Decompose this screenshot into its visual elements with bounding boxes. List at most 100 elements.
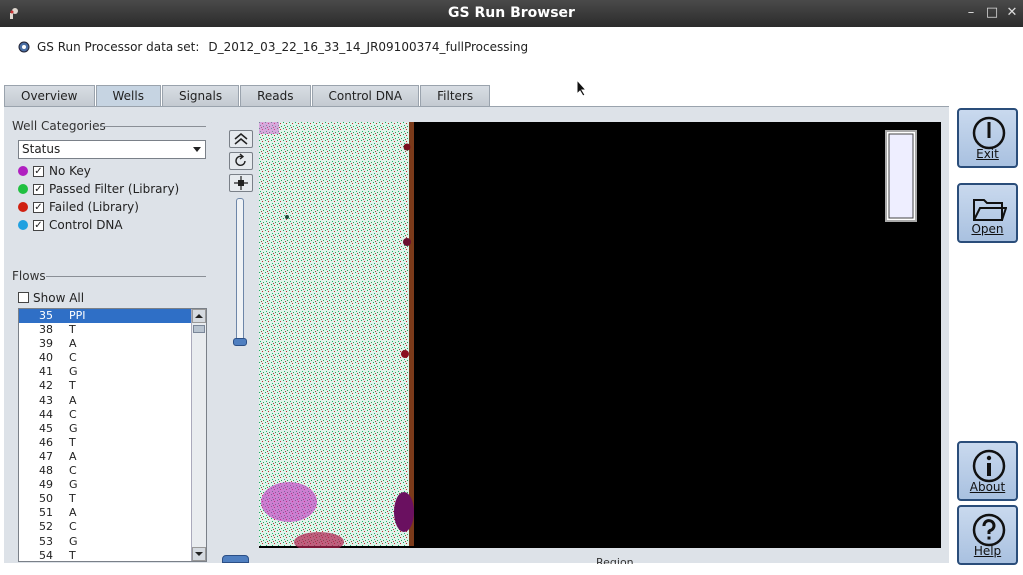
flow-number: 49	[39, 478, 53, 492]
double-chevron-up-icon	[234, 133, 248, 145]
flow-number: 40	[39, 351, 53, 365]
flow-number: 46	[39, 435, 53, 449]
flow-row[interactable]: 40 C	[19, 351, 191, 365]
close-button[interactable]: ✕	[1003, 4, 1021, 22]
scroll-up-button[interactable]	[192, 309, 206, 323]
flow-number: 35	[39, 309, 53, 322]
exit-button[interactable]: Exit	[957, 108, 1018, 168]
zoom-slider-thumb[interactable]	[233, 338, 247, 346]
tab-overview[interactable]: Overview	[4, 85, 95, 107]
flow-row[interactable]: 39 A	[19, 337, 191, 351]
category-passed-filter: ✓ Passed Filter (Library)	[18, 181, 179, 197]
window-title: GS Run Browser	[448, 5, 575, 21]
minimize-button[interactable]: –	[962, 4, 980, 22]
category-select-value: Status	[22, 142, 61, 156]
category-control-dna: ✓ Control DNA	[18, 217, 123, 233]
tab-wells[interactable]: Wells	[95, 85, 161, 107]
failed-checkbox[interactable]: ✓	[33, 201, 44, 213]
tab-reads[interactable]: Reads	[240, 85, 311, 107]
flow-base: C	[69, 520, 77, 534]
flow-row[interactable]: 41 G	[19, 365, 191, 379]
flow-number: 41	[39, 365, 53, 379]
tab-filters[interactable]: Filters	[420, 85, 491, 107]
flow-base: C	[69, 351, 77, 365]
reset-view-button[interactable]	[229, 152, 253, 170]
dataset-value: D_2012_03_22_16_33_14_JR09100374_fullPro…	[208, 40, 529, 54]
well-categories-heading: Well Categories	[12, 119, 106, 133]
flow-number: 54	[39, 548, 53, 562]
about-label: About	[969, 480, 1006, 494]
color-dot-icon	[18, 202, 28, 212]
chevron-down-icon	[193, 147, 201, 152]
divider	[100, 126, 206, 127]
help-button[interactable]: Help	[957, 505, 1018, 565]
color-dot-icon	[18, 184, 28, 194]
flow-row[interactable]: 44 C	[19, 408, 191, 422]
flow-base: T	[69, 323, 76, 337]
category-no-key: ✓ No Key	[18, 163, 91, 179]
flow-base: C	[69, 464, 77, 478]
flow-row[interactable]: 54 T	[19, 548, 191, 562]
flow-row[interactable]: 43 A	[19, 394, 191, 408]
scroll-down-button[interactable]	[192, 547, 206, 561]
flow-row[interactable]: 46 T	[19, 436, 191, 450]
flow-row[interactable]: 42 T	[19, 379, 191, 393]
chevron-up-icon	[195, 314, 203, 318]
about-button[interactable]: About	[957, 441, 1018, 501]
tab-signals[interactable]: Signals	[161, 85, 240, 107]
flows-list[interactable]: 35 PPI 38 T 39 A 40 C 41 G 42 T 43 A 44 C 45 G 46 T 47 A 48 C 49…	[18, 308, 207, 562]
flow-row[interactable]: 49 G	[19, 478, 191, 492]
tab-bar: Overview Wells Signals Reads Control DNA…	[4, 85, 491, 107]
open-button[interactable]: Open	[957, 183, 1018, 243]
chevron-down-icon	[195, 552, 203, 556]
folder-open-icon	[973, 199, 1007, 221]
flow-row[interactable]: 50 T	[19, 492, 191, 506]
flow-base: G	[69, 421, 78, 435]
flow-number: 38	[39, 323, 53, 337]
category-select[interactable]: Status	[18, 140, 206, 159]
flow-row[interactable]: 47 A	[19, 450, 191, 464]
open-label: Open	[971, 222, 1004, 236]
category-label: Failed (Library)	[49, 200, 139, 214]
flow-row[interactable]: 45 G	[19, 422, 191, 436]
flow-base: C	[69, 407, 77, 421]
flow-base: T	[69, 548, 76, 562]
flow-row[interactable]: 53 G	[19, 535, 191, 549]
flow-row[interactable]: 51 A	[19, 506, 191, 520]
refresh-icon	[235, 153, 246, 167]
flow-number: 44	[39, 407, 53, 421]
flow-row[interactable]: 38 T	[19, 323, 191, 337]
zoom-slider-track[interactable]	[236, 198, 244, 346]
flow-number: 51	[39, 506, 53, 520]
region-label: Region	[596, 556, 634, 564]
pan-tool-button[interactable]	[229, 174, 253, 192]
tab-control-dna[interactable]: Control DNA	[311, 85, 420, 107]
help-icon	[972, 513, 1006, 547]
flow-number: 53	[39, 534, 53, 548]
flow-base: A	[69, 393, 77, 407]
wells-image-canvas	[259, 122, 917, 548]
maximize-button[interactable]: □	[983, 4, 1001, 22]
flow-row[interactable]: 35 PPI	[19, 309, 191, 324]
category-failed: ✓ Failed (Library)	[18, 199, 139, 215]
scrollbar[interactable]	[191, 309, 206, 561]
zoom-out-button[interactable]	[229, 130, 253, 148]
flow-base: G	[69, 534, 78, 548]
show-all-checkbox[interactable]	[18, 292, 29, 303]
flow-row[interactable]: 48 C	[19, 464, 191, 478]
flow-number: 45	[39, 421, 53, 435]
dataset-line: GS Run Processor data set: D_2012_03_22_…	[17, 38, 528, 56]
flow-row[interactable]: 52 C	[19, 520, 191, 534]
passed-filter-checkbox[interactable]: ✓	[33, 183, 44, 195]
flow-base: A	[69, 506, 77, 520]
title-bar: GS Run Browser – □ ✕	[0, 0, 1023, 27]
no-key-checkbox[interactable]: ✓	[33, 165, 44, 177]
wells-image[interactable]	[259, 122, 941, 548]
image-scroll-handle[interactable]	[222, 555, 249, 563]
flows-rows: 35 PPI 38 T 39 A 40 C 41 G 42 T 43 A 44 C 45 G 46 T 47 A 48 C 49…	[19, 309, 206, 562]
flow-number: 39	[39, 337, 53, 351]
control-dna-checkbox[interactable]: ✓	[33, 219, 44, 231]
flow-base: G	[69, 478, 78, 492]
flow-base: T	[69, 492, 76, 506]
scroll-thumb[interactable]	[193, 325, 205, 333]
